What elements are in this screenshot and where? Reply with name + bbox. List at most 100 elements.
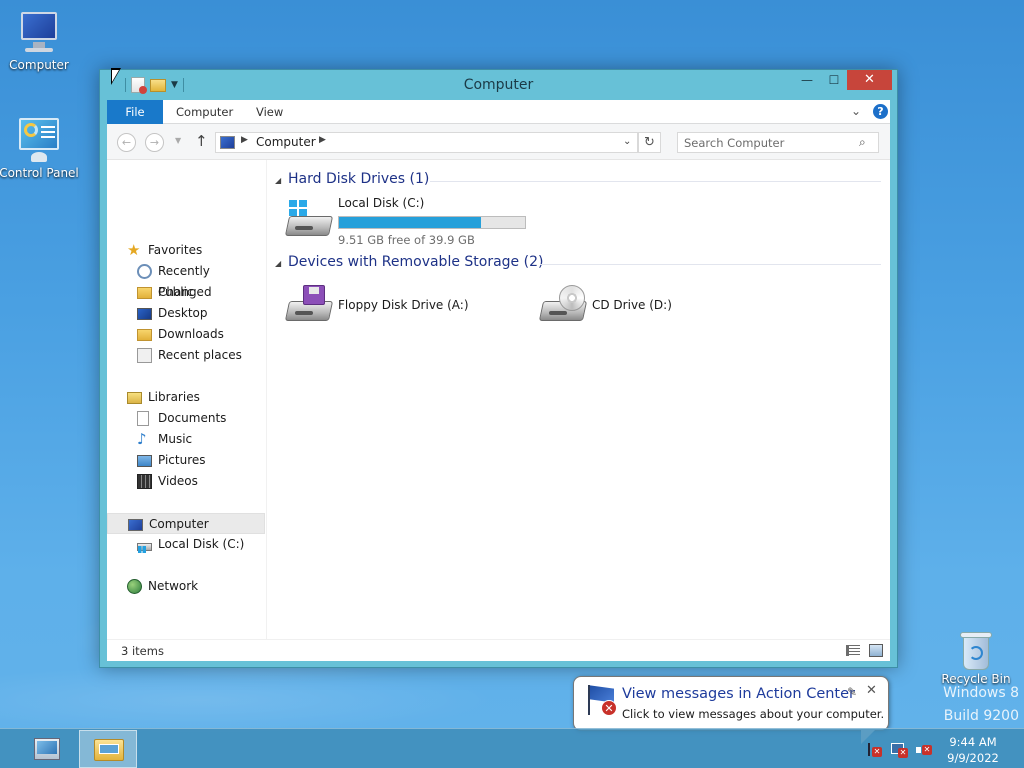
desktop-icon-control-panel[interactable]: Control Panel [0,116,79,180]
nav-computer[interactable]: Computer [107,513,265,534]
details-view-icon[interactable] [846,645,860,656]
network-icon [127,579,142,594]
group-removable-storage[interactable]: ◢ Devices with Removable Storage (2) [275,254,881,274]
music-icon: ♪ [137,430,147,448]
address-bar[interactable]: ▶ Computer ▶ ⌄ [215,132,638,153]
system-clock[interactable]: 9:44 AM 9/9/2022 [946,734,1000,766]
drive-name: Floppy Disk Drive (A:) [338,298,469,312]
ribbon: File Computer View ⌄ ? [107,100,890,124]
drive-name: Local Disk (C:) [338,196,425,210]
pictures-icon [137,455,152,467]
action-center-notification[interactable]: ✕ View messages in Action Center Click t… [573,676,889,744]
nav-favorites[interactable]: ★ Favorites [107,240,265,261]
desktop-icon-label: Control Panel [0,166,79,180]
recently-changed-icon [137,264,152,279]
volume-muted-icon[interactable] [916,743,932,757]
action-center-tray-icon[interactable] [866,743,882,757]
notification-title[interactable]: View messages in Action Center [622,686,855,702]
drive-local-disk-c[interactable]: Local Disk (C:) 9.51 GB free of 39.9 GB [284,196,530,247]
group-title: Hard Disk Drives (1) [288,171,430,187]
collapse-icon[interactable]: ◢ [275,176,281,185]
status-bar: 3 items [107,639,890,661]
notification-body: Click to view messages about your comput… [622,707,885,721]
group-divider [430,181,881,182]
address-history-icon[interactable]: ⌄ [623,136,631,147]
clock-date: 9/9/2022 [947,751,999,765]
nav-public[interactable]: Public [107,282,265,303]
internet-explorer-screen [37,741,57,754]
forward-button[interactable]: → [145,133,164,152]
desktop-icon-computer[interactable]: Computer [0,8,79,72]
nav-videos[interactable]: Videos [107,471,265,492]
nav-local-disk[interactable]: Local Disk (C:) [107,534,265,555]
nav-documents[interactable]: Documents [107,408,265,429]
maximize-button[interactable]: ☐ [821,70,847,90]
desktop-icon [137,308,152,320]
tab-computer[interactable]: Computer [163,100,246,124]
downloads-icon [137,329,152,341]
up-button[interactable]: ↑ [195,132,208,150]
taskbar-internet-explorer[interactable] [17,730,75,768]
wrench-icon[interactable]: ✎ [847,685,857,699]
search-input[interactable] [684,135,852,150]
cd-drive-icon [538,285,588,325]
back-button[interactable]: ← [117,133,136,152]
nav-music[interactable]: ♪ Music [107,429,265,450]
desktop-icon-recycle-bin[interactable]: Recycle Bin [940,630,1012,686]
nav-desktop[interactable]: Desktop [107,303,265,324]
desktop-icon-label: Recycle Bin [941,672,1011,686]
expand-ribbon-icon[interactable]: ⌄ [851,104,861,118]
help-icon[interactable]: ? [873,104,888,119]
taskbar: 9:44 AM 9/9/2022 [0,728,1024,768]
drive-free-space: 9.51 GB free of 39.9 GB [338,233,475,247]
computer-icon [15,8,63,56]
drive-floppy-a[interactable]: Floppy Disk Drive (A:) [284,281,485,327]
nav-recent-places[interactable]: Recent places [107,345,265,366]
clock-time: 9:44 AM [949,735,997,749]
collapse-icon[interactable]: ◢ [275,259,281,268]
recent-places-icon [137,348,152,363]
control-panel-icon [15,116,63,164]
folder-icon [137,287,152,299]
taskbar-file-explorer[interactable] [79,730,137,768]
nav-libraries[interactable]: Libraries [107,387,265,408]
nav-recently-changed[interactable]: Recently Changed [107,261,265,299]
drive-name: CD Drive (D:) [592,298,672,312]
nav-downloads[interactable]: Downloads [107,324,265,345]
search-box[interactable]: ⌕ [677,132,879,153]
recent-locations-icon[interactable]: ▼ [175,136,181,145]
tab-file[interactable]: File [107,100,163,124]
item-count: 3 items [121,644,164,658]
drive-cd-d[interactable]: CD Drive (D:) [538,281,719,327]
disk-usage-bar [338,216,526,229]
documents-icon [137,411,149,426]
group-hard-disk-drives[interactable]: ◢ Hard Disk Drives (1) [275,171,881,191]
windows-hard-drive-icon [284,200,334,240]
libraries-icon [127,392,142,404]
nav-pictures[interactable]: Pictures [107,450,265,471]
breadcrumb-computer[interactable]: Computer [256,135,316,149]
star-icon: ★ [127,241,141,259]
search-icon[interactable]: ⌕ [859,135,866,150]
videos-icon [137,474,152,489]
close-button[interactable]: ✕ [847,70,892,90]
action-center-flag-icon: ✕ [584,685,618,717]
large-icons-view-icon[interactable] [869,644,883,657]
floppy-drive-icon [284,285,334,325]
watermark-os: Windows 8 [943,685,1019,701]
window-title: Computer [463,77,534,93]
title-bar[interactable]: ▼ Computer — ☐ ✕ [100,70,897,100]
notification-close-button[interactable]: ✕ [866,683,877,698]
file-explorer-icon [94,739,124,761]
mouse-cursor [111,68,121,85]
breadcrumb-chevron-icon[interactable]: ▶ [241,135,248,145]
breadcrumb-chevron-icon[interactable]: ▶ [319,135,326,145]
nav-network[interactable]: Network [107,576,265,597]
file-list: ◢ Hard Disk Drives (1) Local Disk (C:) 9… [267,160,890,639]
network-tray-icon[interactable] [891,743,908,758]
refresh-button[interactable]: ↻ [638,132,661,153]
tab-view[interactable]: View [243,100,296,124]
recycle-bin-icon [960,630,992,670]
content-area: ★ Favorites Recently Changed Public Desk… [107,160,890,639]
minimize-button[interactable]: — [794,70,820,90]
